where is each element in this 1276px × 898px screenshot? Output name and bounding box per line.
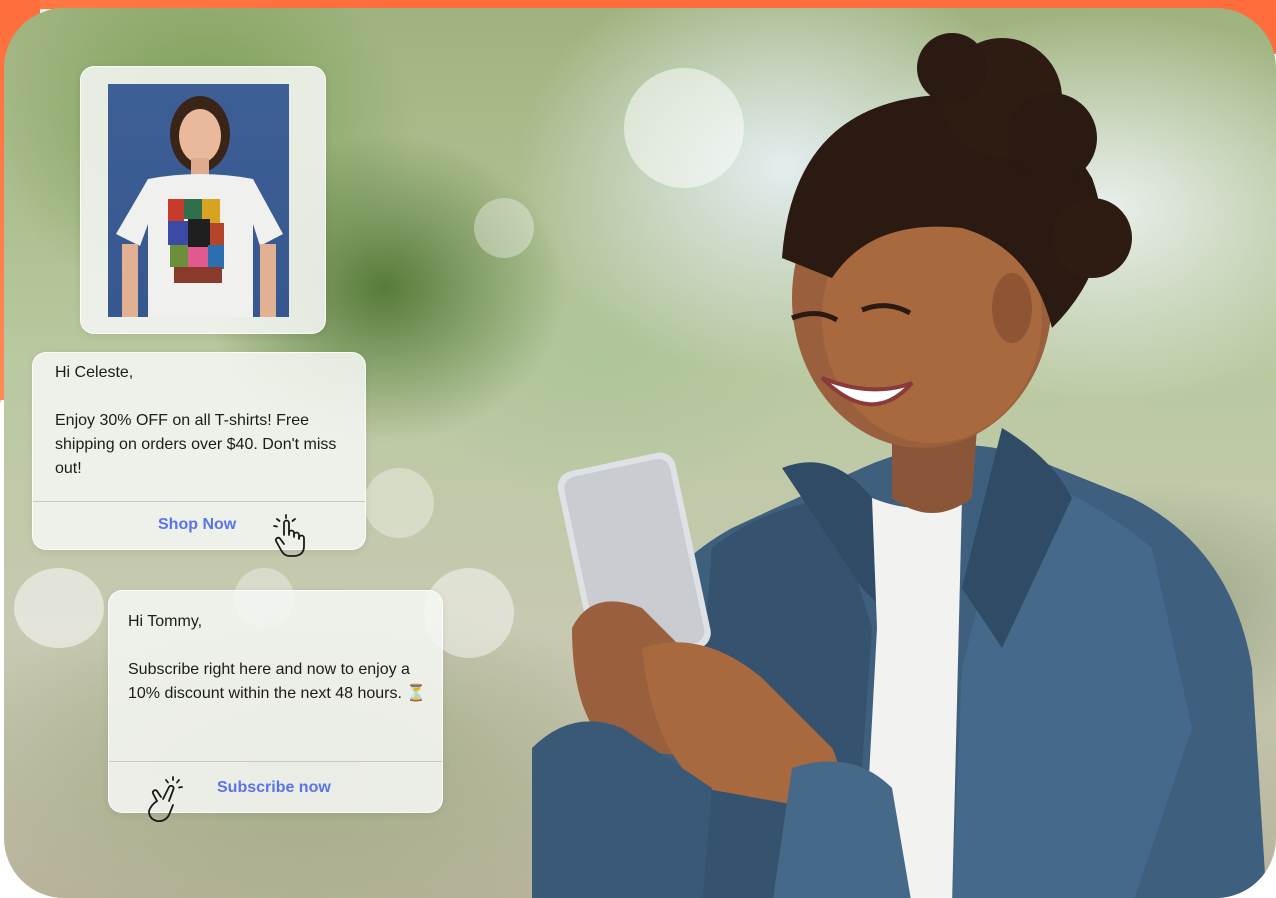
model-wearing-tshirt-image [116,96,283,317]
tap-hand-icon [148,776,183,823]
bokeh-light [364,468,434,538]
message-card-celeste: Hi Celeste, Enjoy 30% OFF on all T-shirt… [32,352,366,557]
message-card-tommy: Hi Tommy, Subscribe right here and now t… [108,590,443,823]
woman-with-phone-illustration [532,33,1267,898]
greeting-text: Hi Tommy, [128,613,203,630]
divider [33,501,365,502]
marketing-hero: Hi Celeste, Enjoy 30% OFF on all T-shirt… [0,0,1276,898]
bokeh-light [14,568,104,648]
product-photo-tshirt-model [108,84,289,317]
greeting-text: Hi Celeste, [55,364,134,381]
divider [109,761,442,762]
subscribe-now-button[interactable]: Subscribe now [217,779,331,797]
tap-hand-icon [273,514,305,557]
shop-now-button[interactable]: Shop Now [158,516,236,534]
message-body: Subscribe right here and now to enjoy a … [128,661,427,702]
product-image-card [80,66,326,334]
message-body: Enjoy 30% OFF on all T-shirts! Free ship… [55,412,337,477]
bokeh-light [474,198,534,258]
